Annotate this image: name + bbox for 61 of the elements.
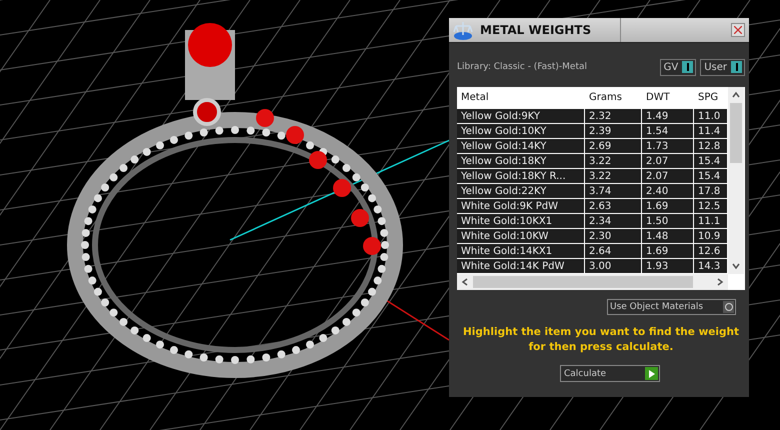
table-cell: White Gold:10KW	[457, 229, 585, 244]
table-cell: 12.5	[694, 199, 728, 214]
use-object-materials-toggle[interactable]: Use Object Materials	[607, 299, 736, 315]
toggle-switch[interactable]: GV	[660, 58, 696, 76]
table-cell: 2.07	[642, 154, 694, 169]
table-cell: White Gold:9K PdW	[457, 199, 585, 214]
table-cell: 3.74	[585, 184, 642, 199]
table-cell: 3.22	[585, 169, 642, 184]
table-cell: White Gold:14K PdW	[457, 259, 585, 274]
table-cell: 10.9	[694, 229, 728, 244]
instruction-text: Highlight the item you want to find the weight for then press calculate.	[462, 325, 740, 355]
scrollbar-thumb[interactable]	[730, 103, 742, 163]
scale-icon	[452, 19, 474, 41]
table-cell: 11.1	[694, 214, 728, 229]
vertical-scrollbar[interactable]	[728, 87, 744, 274]
toggle-switch[interactable]: User	[700, 58, 745, 76]
table-cell: 11.0	[694, 109, 728, 124]
table-cell: White Gold:10KX1	[457, 214, 585, 229]
table-cell: 2.07	[642, 169, 694, 184]
table-cell: 3.22	[585, 154, 642, 169]
table-cell: Yellow Gold:18KY R...	[457, 169, 585, 184]
table-cell: 2.63	[585, 199, 642, 214]
table-cell: 2.32	[585, 109, 642, 124]
close-button[interactable]	[731, 23, 745, 37]
chevron-icon	[732, 91, 740, 99]
calculate-button[interactable]: Calculate	[560, 365, 660, 382]
table-cell: 14.3	[694, 259, 728, 274]
scrollbar-thumb[interactable]	[473, 276, 693, 288]
table-cell: 11.4	[694, 124, 728, 139]
table-cell: Yellow Gold:14KY	[457, 139, 585, 154]
table-cell: 12.8	[694, 139, 728, 154]
table-cell: 2.39	[585, 124, 642, 139]
close-icon	[734, 26, 742, 34]
table-cell: 1.48	[642, 229, 694, 244]
table-cell: Yellow Gold:18KY	[457, 154, 585, 169]
horizontal-scrollbar[interactable]	[457, 274, 728, 290]
window-title: METAL WEIGHTS	[474, 18, 621, 42]
table-cell: White Gold:14KX1	[457, 244, 585, 259]
table-cell: 15.4	[694, 154, 728, 169]
table-cell: 1.69	[642, 244, 694, 259]
table-cell: 1.54	[642, 124, 694, 139]
table-cell: Yellow Gold:9KY	[457, 109, 585, 124]
table-cell: 3.00	[585, 259, 642, 274]
table-cell: Yellow Gold:22KY	[457, 184, 585, 199]
table-cell: 17.8	[694, 184, 728, 199]
table-cell: 15.4	[694, 169, 728, 184]
table-cell: 2.34	[585, 214, 642, 229]
table-cell: 2.64	[585, 244, 642, 259]
table-cell: 1.73	[642, 139, 694, 154]
chevron-icon	[461, 278, 469, 286]
table-cell: 1.50	[642, 214, 694, 229]
table-cell: 2.69	[585, 139, 642, 154]
table-cell: 12.6	[694, 244, 728, 259]
table-cell: 1.93	[642, 259, 694, 274]
play-icon	[648, 370, 654, 378]
library-label: Library: Classic - (Fast)-Metal	[457, 62, 588, 72]
table-cell: Yellow Gold:10KY	[457, 124, 585, 139]
table-cell: 2.40	[642, 184, 694, 199]
table-cell: 1.69	[642, 199, 694, 214]
table-cell: 2.30	[585, 229, 642, 244]
table-cell: 1.49	[642, 109, 694, 124]
